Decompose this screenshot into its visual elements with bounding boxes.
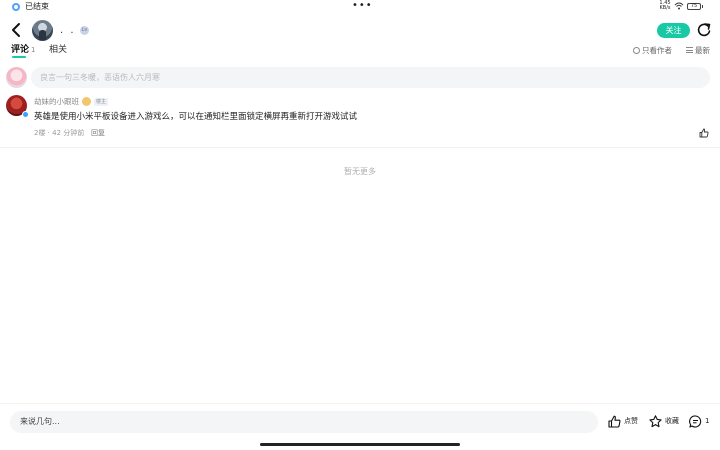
like-button[interactable]: 点赞 bbox=[608, 414, 642, 429]
app-status-icon bbox=[12, 3, 20, 11]
back-arrow-icon[interactable] bbox=[10, 22, 24, 38]
status-label: 已结束 bbox=[25, 2, 49, 11]
share-refresh-icon[interactable] bbox=[697, 22, 711, 38]
comment-meta: 2楼 · 42 分钟前 bbox=[34, 129, 85, 137]
star-icon bbox=[649, 415, 662, 428]
sort-latest-label: 最新 bbox=[695, 46, 710, 55]
emoji-badge-icon bbox=[82, 97, 91, 106]
thumbs-up-icon bbox=[608, 415, 621, 428]
user-level-badge: Lv bbox=[80, 26, 89, 35]
comment-count: 1 bbox=[705, 417, 710, 425]
bottom-divider bbox=[0, 403, 720, 404]
battery-icon: 75 bbox=[687, 3, 703, 10]
thumbs-up-icon[interactable] bbox=[699, 128, 709, 138]
verified-badge-icon bbox=[22, 111, 29, 118]
active-tab-underline bbox=[12, 56, 26, 58]
home-indicator[interactable] bbox=[260, 443, 460, 446]
favorite-label: 收藏 bbox=[665, 417, 679, 425]
comment-text: 英雄是使用小米平板设备进入游戏么，可以在通知栏里面锁定横屏再重新打开游戏试试 bbox=[34, 112, 358, 122]
author-name[interactable]: . . bbox=[60, 25, 76, 37]
tab-related[interactable]: 相关 bbox=[49, 45, 67, 56]
commenter-name[interactable]: 劫妹的小跟班 bbox=[34, 97, 79, 107]
filter-author-label: 只看作者 bbox=[642, 46, 672, 55]
wifi-icon bbox=[674, 2, 684, 10]
radio-circle-icon bbox=[633, 47, 640, 54]
more-dots-icon[interactable]: ••• bbox=[352, 1, 373, 11]
status-bar: 已结束 ••• 1.45 KB/s 75 bbox=[0, 0, 720, 14]
bottom-comment-input[interactable]: 来说几句... bbox=[10, 411, 598, 433]
comments-button[interactable]: 1 bbox=[689, 414, 713, 429]
comments-count-badge: 1 bbox=[31, 46, 36, 54]
tab-comments[interactable]: 评论 bbox=[11, 45, 29, 56]
no-more-label: 暂无更多 bbox=[344, 167, 376, 176]
poster-tag: 楼主 bbox=[94, 98, 109, 106]
favorite-button[interactable]: 收藏 bbox=[649, 414, 683, 429]
filter-author-only[interactable]: 只看作者 bbox=[633, 46, 672, 56]
reply-button[interactable]: 回复 bbox=[91, 129, 105, 138]
sort-latest[interactable]: 最新 bbox=[686, 46, 710, 56]
comment-bubble-icon bbox=[689, 415, 702, 428]
like-label: 点赞 bbox=[624, 417, 638, 425]
author-avatar[interactable] bbox=[32, 20, 53, 41]
comment-input[interactable]: 良言一句三冬暖，恶语伤人六月寒 bbox=[31, 67, 710, 88]
divider bbox=[0, 147, 720, 148]
my-avatar bbox=[6, 67, 27, 88]
follow-button[interactable]: 关注 bbox=[657, 23, 690, 38]
sort-lines-icon bbox=[686, 47, 693, 53]
network-speed: 1.45 KB/s bbox=[659, 0, 671, 11]
